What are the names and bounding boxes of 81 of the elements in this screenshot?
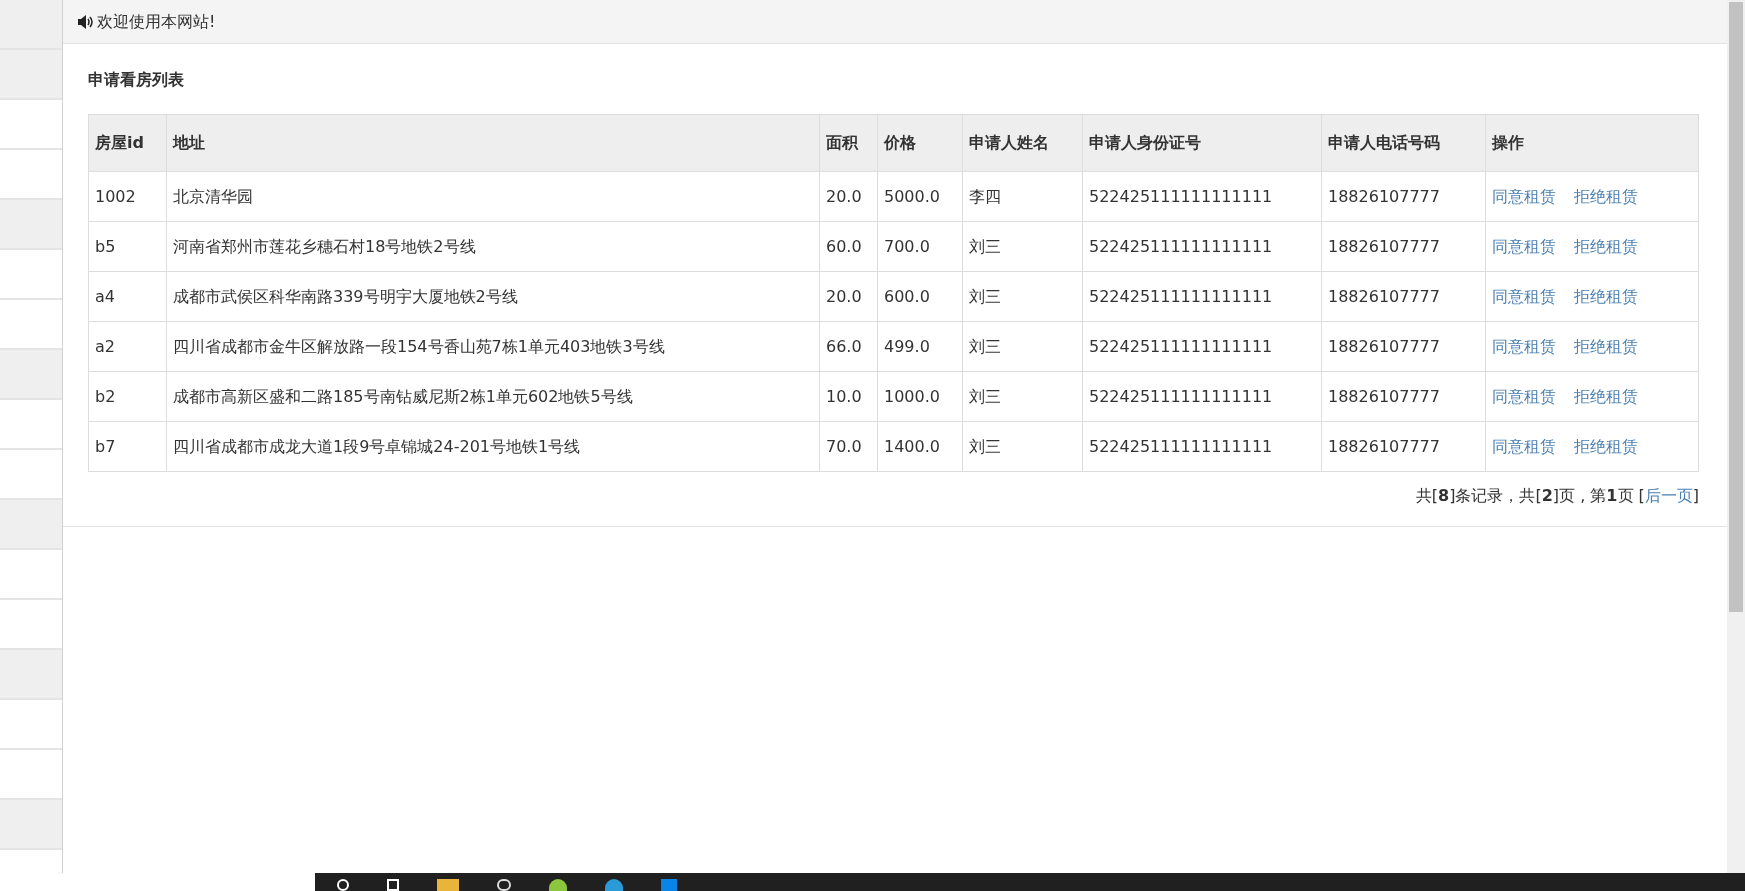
table-cell: 60.0	[819, 221, 878, 272]
sidebar-item[interactable]	[0, 50, 62, 100]
table-cell: 四川省成都市成龙大道1段9号卓锦城24-201号地铁1号线	[166, 421, 820, 472]
sidebar-item[interactable]	[0, 350, 62, 400]
table-cell: 522425111111111111	[1082, 421, 1322, 472]
table-cell: 522425111111111111	[1082, 321, 1322, 372]
scrollbar-thumb[interactable]	[1729, 2, 1743, 612]
column-header: 申请人电话号码	[1321, 114, 1486, 172]
table-cell: 河南省郑州市莲花乡穗石村18号地铁2号线	[166, 221, 820, 272]
column-header: 面积	[819, 114, 878, 172]
action-link[interactable]: 拒绝租赁	[1574, 384, 1638, 409]
action-link[interactable]: 拒绝租赁	[1574, 334, 1638, 359]
welcome-notice: 欢迎使用本网站!	[97, 10, 216, 33]
table-cell: b7	[88, 421, 167, 472]
table-cell: 700.0	[877, 221, 963, 272]
table-cell: 20.0	[819, 271, 878, 322]
column-header: 操作	[1485, 114, 1699, 172]
sidebar-item[interactable]	[0, 500, 62, 550]
column-header: 地址	[166, 114, 820, 172]
sidebar-item[interactable]	[0, 650, 62, 700]
page-title: 申请看房列表	[88, 69, 184, 91]
action-link[interactable]: 拒绝租赁	[1574, 234, 1638, 259]
table-cell: b5	[88, 221, 167, 272]
action-link[interactable]: 拒绝租赁	[1574, 434, 1638, 459]
table-cell: 1400.0	[877, 421, 963, 472]
folder-icon[interactable]	[437, 879, 459, 891]
table-cell: a4	[88, 271, 167, 322]
table-cell: 18826107777	[1321, 371, 1486, 422]
table-cell: 北京清华园	[166, 171, 820, 222]
table-cell: 李四	[962, 171, 1083, 222]
action-link[interactable]: 同意租赁	[1492, 184, 1556, 209]
table-cell: 刘三	[962, 421, 1083, 472]
next-page-link[interactable]: 后一页	[1644, 484, 1693, 508]
table-cell: a2	[88, 321, 167, 372]
table-cell: 18826107777	[1321, 271, 1486, 322]
table-cell: 10.0	[819, 371, 878, 422]
table-cell: 18826107777	[1321, 421, 1486, 472]
table-cell: 18826107777	[1321, 321, 1486, 372]
action-link[interactable]: 拒绝租赁	[1574, 184, 1638, 209]
table-cell: 522425111111111111	[1082, 171, 1322, 222]
table-cell: 刘三	[962, 221, 1083, 272]
table-cell: 成都市武侯区科华南路339号明宇大厦地铁2号线	[166, 271, 820, 322]
table-cell: 1002	[88, 171, 167, 222]
window-icon[interactable]	[387, 879, 399, 891]
action-link[interactable]: 同意租赁	[1492, 384, 1556, 409]
action-link[interactable]: 同意租赁	[1492, 334, 1556, 359]
table-cell: 70.0	[819, 421, 878, 472]
table-cell: 四川省成都市金牛区解放路一段154号香山苑7栋1单元403地铁3号线	[166, 321, 820, 372]
table-cell: 成都市高新区盛和二路185号南钻威尼斯2栋1单元602地铁5号线	[166, 371, 820, 422]
pagination-summary: 共[8]条记录，共[2]页 , 第1页	[1415, 485, 1634, 507]
action-link[interactable]: 拒绝租赁	[1574, 284, 1638, 309]
table-cell: 522425111111111111	[1082, 221, 1322, 272]
sidebar-item[interactable]	[0, 800, 62, 850]
column-header: 申请人姓名	[962, 114, 1083, 172]
table-cell: 499.0	[877, 321, 963, 372]
action-link[interactable]: 同意租赁	[1492, 434, 1556, 459]
table-cell: 18826107777	[1321, 171, 1486, 222]
table-cell: 20.0	[819, 171, 878, 222]
table-cell: 1000.0	[877, 371, 963, 422]
table-cell: 刘三	[962, 321, 1083, 372]
table-cell: 刘三	[962, 271, 1083, 322]
bracket: ]	[1692, 485, 1699, 507]
table-cell: 522425111111111111	[1082, 371, 1322, 422]
column-header: 房屋id	[88, 114, 167, 172]
table-cell: 66.0	[819, 321, 878, 372]
action-link[interactable]: 同意租赁	[1492, 284, 1556, 309]
sidebar-item[interactable]	[0, 200, 62, 250]
action-link[interactable]: 同意租赁	[1492, 234, 1556, 259]
app-icon[interactable]	[661, 879, 677, 891]
sidebar-item[interactable]	[0, 0, 62, 50]
table-cell: 5000.0	[877, 171, 963, 222]
bracket: [	[1638, 485, 1645, 507]
column-header: 价格	[877, 114, 963, 172]
table-cell: 18826107777	[1321, 221, 1486, 272]
speaker-icon	[77, 13, 93, 30]
table-cell: 522425111111111111	[1082, 271, 1322, 322]
table-cell: 600.0	[877, 271, 963, 322]
column-header: 申请人身份证号	[1082, 114, 1322, 172]
table-cell: b2	[88, 371, 167, 422]
search-icon[interactable]	[337, 879, 349, 891]
table-cell: 刘三	[962, 371, 1083, 422]
